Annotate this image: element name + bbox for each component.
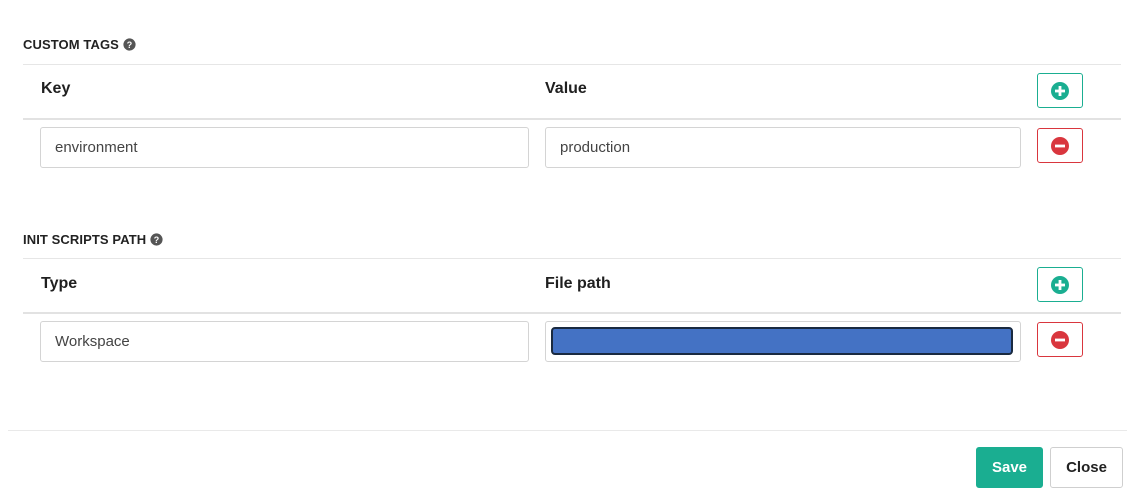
- question-circle-icon[interactable]: ?: [123, 37, 136, 51]
- custom-tags-divider-header: [23, 118, 1121, 120]
- init-scripts-title-text: INIT SCRIPTS PATH: [23, 231, 147, 247]
- custom-tags-value-header: Value: [545, 80, 587, 97]
- minus-circle-icon: [1051, 136, 1069, 155]
- init-scripts-path-header: File path: [545, 275, 611, 292]
- remove-custom-tag-button[interactable]: [1037, 128, 1083, 163]
- cluster-config-panel: CUSTOM TAGS ? Key Value INIT SCRIPTS PAT…: [0, 0, 1127, 496]
- init-script-type-input[interactable]: [40, 321, 529, 362]
- custom-tags-section-title: CUSTOM TAGS ?: [23, 36, 136, 52]
- custom-tag-key-input[interactable]: [40, 127, 529, 168]
- custom-tag-value-input[interactable]: [545, 127, 1021, 168]
- init-scripts-section-title: INIT SCRIPTS PATH ?: [23, 231, 163, 247]
- remove-init-script-button[interactable]: [1037, 322, 1083, 357]
- question-circle-icon[interactable]: ?: [150, 232, 163, 246]
- init-script-path-input[interactable]: [545, 321, 1021, 362]
- init-scripts-divider-top: [23, 258, 1121, 259]
- svg-text:?: ?: [127, 39, 133, 49]
- custom-tags-divider-top: [23, 64, 1121, 65]
- plus-circle-icon: [1051, 81, 1069, 100]
- footer-divider: [8, 430, 1127, 431]
- close-button[interactable]: Close: [1050, 447, 1123, 488]
- add-init-script-button[interactable]: [1037, 267, 1083, 302]
- init-scripts-divider-header: [23, 312, 1121, 314]
- custom-tags-key-header: Key: [41, 80, 71, 97]
- svg-text:?: ?: [154, 234, 160, 244]
- minus-circle-icon: [1051, 330, 1069, 349]
- init-scripts-type-header: Type: [41, 275, 78, 292]
- plus-circle-icon: [1051, 275, 1069, 294]
- save-button[interactable]: Save: [976, 447, 1043, 488]
- redacted-path-block: [551, 327, 1013, 355]
- custom-tags-title-text: CUSTOM TAGS: [23, 36, 119, 52]
- add-custom-tag-button[interactable]: [1037, 73, 1083, 108]
